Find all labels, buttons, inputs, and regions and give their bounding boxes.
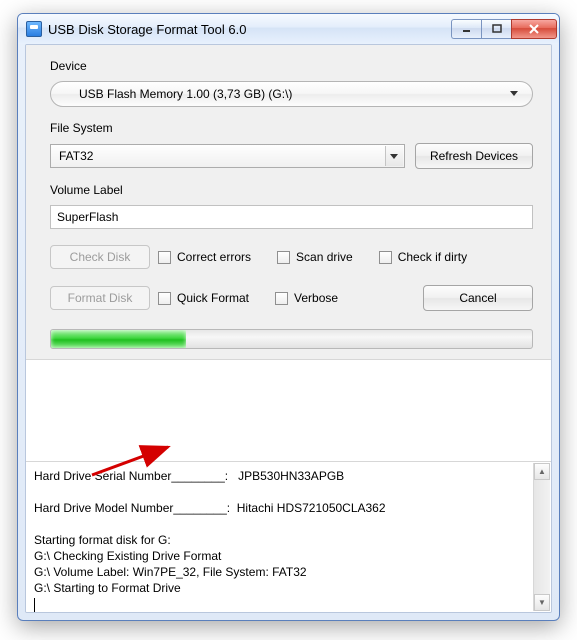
titlebar[interactable]: USB Disk Storage Format Tool 6.0: [18, 14, 559, 44]
device-selected: USB Flash Memory 1.00 (3,73 GB) (G:\): [79, 87, 292, 101]
scan-drive-checkbox[interactable]: Scan drive: [277, 250, 353, 264]
log-text: Hard Drive Serial Number________: JPB530…: [34, 469, 386, 595]
check-if-dirty-checkbox[interactable]: Check if dirty: [379, 250, 467, 264]
app-icon: [26, 21, 42, 37]
refresh-devices-button[interactable]: Refresh Devices: [415, 143, 533, 169]
checkbox-icon: [379, 251, 392, 264]
scroll-down-button[interactable]: ▼: [534, 594, 550, 611]
checkbox-icon: [277, 251, 290, 264]
progress-bar: [50, 329, 533, 349]
volume-label-label: Volume Label: [50, 183, 533, 197]
checkbox-icon: [158, 251, 171, 264]
filesystem-selected: FAT32: [59, 149, 93, 163]
format-disk-button: Format Disk: [50, 286, 150, 310]
cancel-button[interactable]: Cancel: [423, 285, 533, 311]
filesystem-dropdown[interactable]: FAT32: [50, 144, 405, 168]
close-button[interactable]: [511, 19, 557, 39]
checkbox-icon: [158, 292, 171, 305]
correct-errors-checkbox[interactable]: Correct errors: [158, 250, 251, 264]
device-label: Device: [50, 59, 533, 73]
check-disk-button: Check Disk: [50, 245, 150, 269]
log-output[interactable]: Hard Drive Serial Number________: JPB530…: [26, 461, 551, 612]
verbose-checkbox[interactable]: Verbose: [275, 291, 338, 305]
client-area: Device USB Flash Memory 1.00 (3,73 GB) (…: [25, 44, 552, 613]
options-panel: Device USB Flash Memory 1.00 (3,73 GB) (…: [26, 45, 551, 360]
chevron-down-icon[interactable]: [385, 146, 403, 166]
scroll-up-button[interactable]: ▲: [534, 463, 550, 480]
maximize-button[interactable]: [481, 19, 511, 39]
minimize-button[interactable]: [451, 19, 481, 39]
checkbox-icon: [275, 292, 288, 305]
quick-format-checkbox[interactable]: Quick Format: [158, 291, 249, 305]
filesystem-label: File System: [50, 121, 533, 135]
device-dropdown[interactable]: USB Flash Memory 1.00 (3,73 GB) (G:\): [50, 81, 533, 107]
text-cursor: [34, 598, 35, 612]
window-title: USB Disk Storage Format Tool 6.0: [48, 22, 451, 37]
volume-label-input[interactable]: SuperFlash: [50, 205, 533, 229]
scrollbar[interactable]: ▲ ▼: [533, 463, 550, 611]
progress-fill: [51, 330, 186, 348]
app-window: USB Disk Storage Format Tool 6.0 Device …: [17, 13, 560, 621]
chevron-down-icon: [510, 91, 518, 96]
